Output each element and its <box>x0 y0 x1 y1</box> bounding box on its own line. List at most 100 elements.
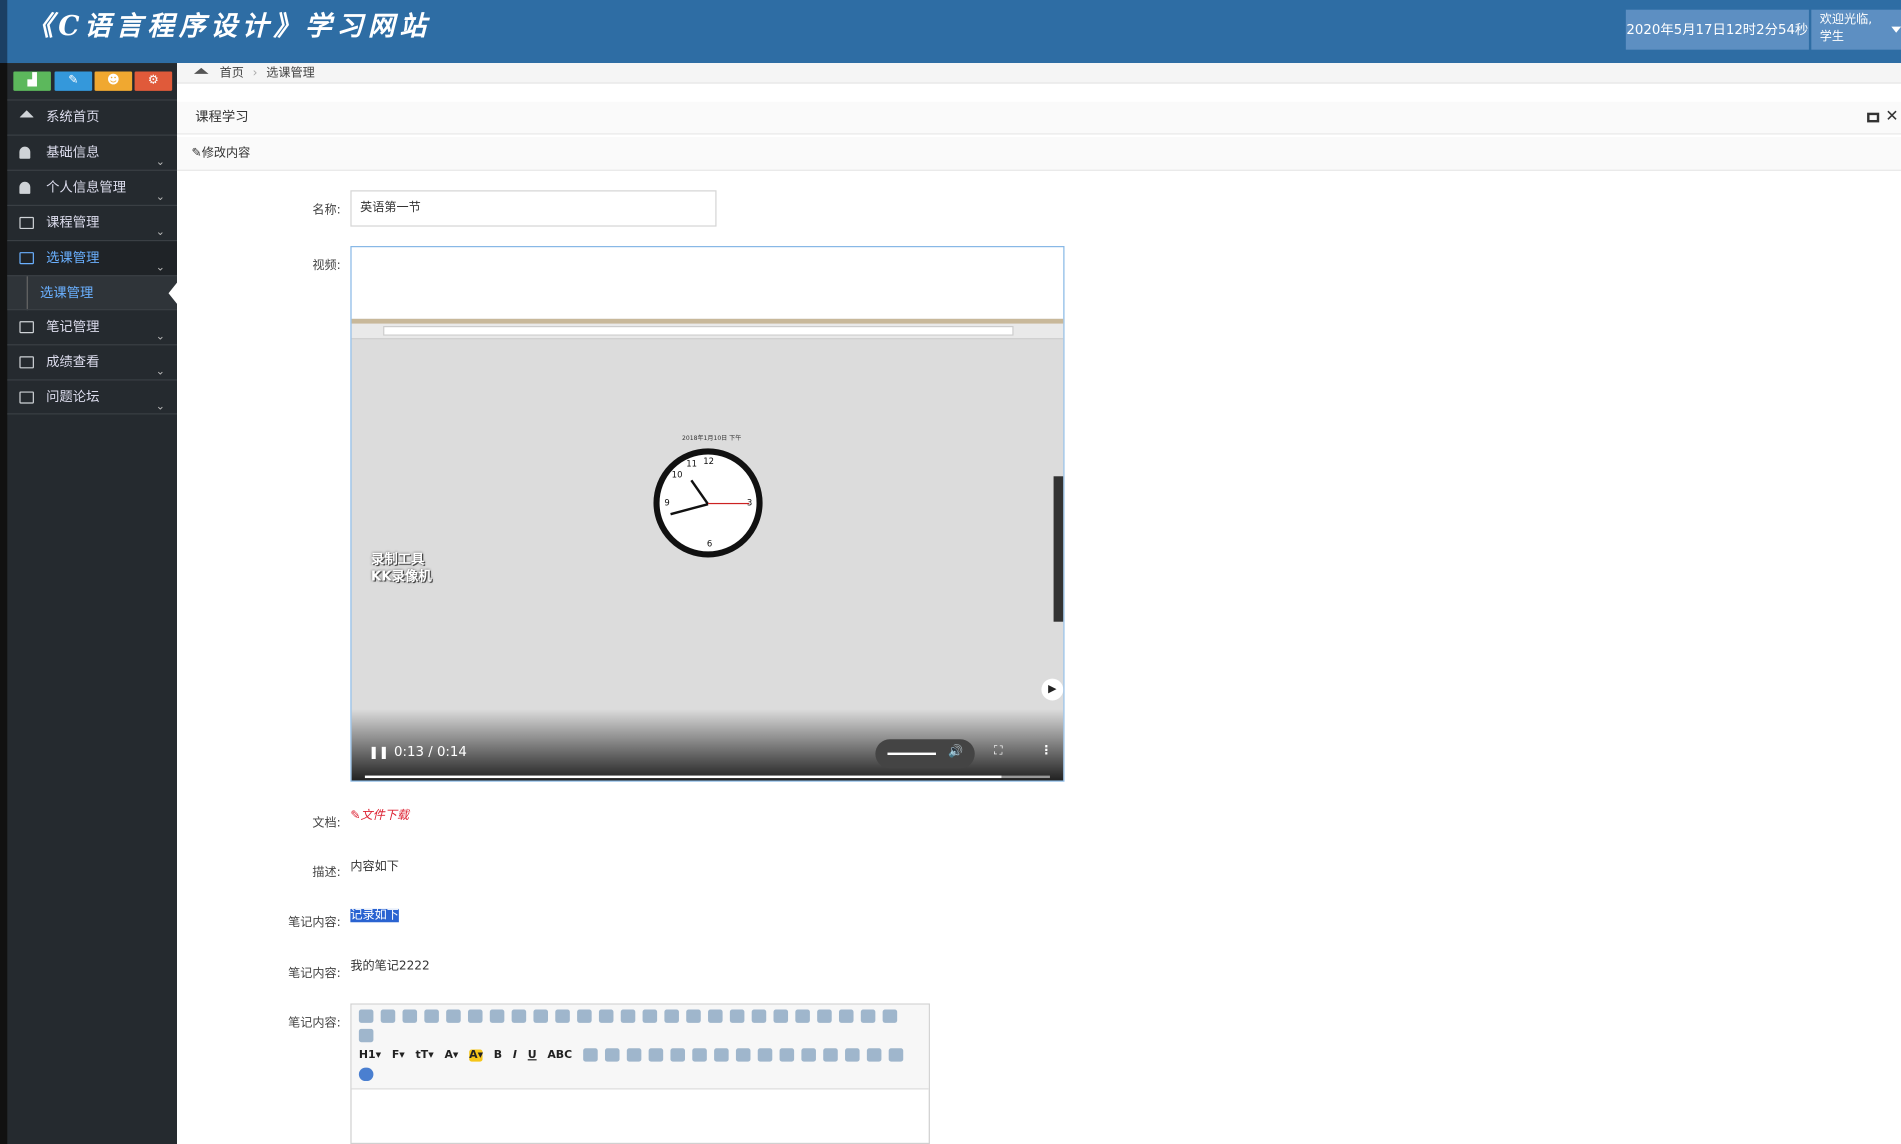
select-icon[interactable] <box>882 1009 898 1023</box>
undo-icon[interactable] <box>380 1009 396 1023</box>
toolbar-button[interactable] <box>424 1009 439 1023</box>
video-player[interactable]: 2018年1月10日 下午 12 3 6 9 10 11 录制工具 KK录像机 … <box>350 246 1065 782</box>
sidebar-item-label: 系统首页 <box>46 109 100 125</box>
toolbar-button[interactable] <box>822 1048 838 1062</box>
volume-control[interactable]: 🔊 <box>875 739 975 769</box>
desc-label: 描述: <box>312 866 341 880</box>
editor-toolbar: H1▾ F▾ tT▾ A▾ A▾ B I U ABC <box>351 1004 929 1090</box>
table-icon[interactable] <box>582 1048 598 1062</box>
picture-icon[interactable] <box>801 1048 816 1062</box>
unordered-list-icon[interactable] <box>729 1009 745 1023</box>
toolbar-button[interactable] <box>735 1048 751 1062</box>
align-right-icon[interactable] <box>664 1009 679 1023</box>
justify-icon[interactable] <box>686 1009 701 1023</box>
print-icon[interactable] <box>446 1009 461 1023</box>
emoji-icon[interactable] <box>779 1048 794 1062</box>
indent-icon[interactable] <box>751 1009 767 1023</box>
toolbar-button[interactable] <box>598 1009 614 1023</box>
italic-button[interactable]: I <box>513 1049 517 1061</box>
toolbar-button[interactable] <box>358 1009 374 1023</box>
highlight-color-button[interactable]: A▾ <box>469 1048 484 1062</box>
volume-icon[interactable]: 🔊 <box>948 745 963 758</box>
anchor-icon[interactable] <box>844 1048 860 1062</box>
pencil-icon[interactable]: ✎ <box>54 71 93 91</box>
help-icon[interactable] <box>358 1067 374 1082</box>
signal-icon[interactable]: ▟ <box>13 71 51 91</box>
sidebar-subitem-enrollment[interactable]: 选课管理 <box>7 275 179 311</box>
toolbar-button[interactable] <box>757 1048 773 1062</box>
link-icon[interactable] <box>866 1048 882 1062</box>
align-left-icon[interactable] <box>620 1009 636 1023</box>
copy-icon[interactable] <box>533 1009 549 1023</box>
clock-numeral: 12 <box>703 456 715 467</box>
file-download-text: 文件下载 <box>360 809 410 823</box>
clear-format-icon[interactable] <box>838 1009 854 1023</box>
toolbar-button[interactable] <box>489 1009 505 1023</box>
user-icon <box>19 181 31 194</box>
toolbar-button[interactable] <box>670 1048 685 1062</box>
font-family-button[interactable]: F▾ <box>392 1049 405 1061</box>
sidebar-item-home[interactable]: 系统首页 <box>7 99 178 134</box>
toolbar-button[interactable] <box>860 1009 876 1023</box>
cogs-icon[interactable]: ⚙ <box>134 71 173 91</box>
image-icon[interactable] <box>626 1048 642 1062</box>
superscript-icon[interactable] <box>817 1009 832 1023</box>
sidebar-item-course[interactable]: 课程管理 ⌄ <box>7 204 178 240</box>
video-time: 0:13 / 0:14 <box>394 744 467 760</box>
pause-icon[interactable]: ❚❚ <box>369 747 389 760</box>
underline-button[interactable]: U <box>528 1049 537 1061</box>
sidebar-item-basic-info[interactable]: 基础信息 ⌄ <box>7 134 178 170</box>
breadcrumb-home[interactable]: 首页 <box>220 67 244 80</box>
video-frame: 2018年1月10日 下午 12 3 6 9 10 11 录制工具 KK录像机 … <box>351 318 1064 781</box>
strikethrough-button[interactable]: ABC <box>547 1049 572 1061</box>
toolbar-row: H1▾ F▾ tT▾ A▾ A▾ B I U ABC <box>359 1048 910 1065</box>
play-icon[interactable]: ▶ <box>1041 678 1064 701</box>
progress-fill <box>364 775 1002 779</box>
unlink-icon[interactable] <box>888 1048 903 1062</box>
home-icon <box>193 67 209 74</box>
toolbar-button[interactable] <box>577 1009 592 1023</box>
toolbar-button[interactable] <box>467 1009 483 1023</box>
close-icon[interactable]: ✕ <box>1885 102 1898 134</box>
user-menu[interactable]: 欢迎光临, 学生 <box>1811 9 1901 50</box>
attachment-icon[interactable] <box>713 1048 729 1062</box>
users-icon[interactable]: ☻ <box>94 71 133 91</box>
video-progress-bar[interactable] <box>364 775 1050 779</box>
sidebar-item-notes[interactable]: 笔记管理 ⌄ <box>7 309 178 344</box>
redo-icon[interactable] <box>402 1009 418 1023</box>
clock-graphic: 2018年1月10日 下午 12 3 6 9 10 11 <box>653 435 763 558</box>
sidebar-item-grades[interactable]: 成绩查看 ⌄ <box>7 344 178 379</box>
user-icon <box>19 146 31 159</box>
edit-icon: ✎ <box>191 146 202 160</box>
section-title: 修改内容 <box>201 146 251 160</box>
paste-icon[interactable] <box>555 1009 570 1023</box>
clock-caption: 2018年1月10日 下午 <box>682 435 742 443</box>
font-size-button[interactable]: tT▾ <box>416 1049 434 1061</box>
toolbar-button[interactable] <box>648 1048 663 1062</box>
cut-icon[interactable] <box>511 1009 527 1023</box>
file-download-link[interactable]: ✎文件下载 <box>350 805 409 823</box>
align-center-icon[interactable] <box>642 1009 658 1023</box>
sidebar-item-forum[interactable]: 问题论坛 ⌄ <box>7 379 178 415</box>
eraser-icon[interactable] <box>604 1048 620 1062</box>
bold-button[interactable]: B <box>494 1049 502 1061</box>
more-options-icon[interactable]: ⋮ <box>1040 744 1052 757</box>
ordered-list-icon[interactable] <box>708 1009 723 1023</box>
name-field[interactable]: 英语第一节 <box>350 190 717 227</box>
chevron-down-icon: ⌄ <box>155 401 165 414</box>
heading-button[interactable]: H1▾ <box>359 1049 381 1061</box>
font-color-button[interactable]: A▾ <box>444 1049 458 1061</box>
sidebar-item-personal-info[interactable]: 个人信息管理 ⌄ <box>7 169 178 205</box>
maximize-icon[interactable] <box>1867 112 1880 123</box>
volume-slider[interactable] <box>887 752 936 756</box>
rich-text-editor[interactable]: H1▾ F▾ tT▾ A▾ A▾ B I U ABC <box>350 1003 930 1144</box>
note-value: 我的笔记2222 <box>350 959 430 974</box>
outdent-icon[interactable] <box>773 1009 789 1023</box>
note-value: 记录如下 <box>350 904 399 923</box>
fullscreen-icon[interactable]: ⛶ <box>994 744 1002 757</box>
doc-label: 文档: <box>312 816 341 831</box>
toolbar-button[interactable] <box>692 1048 707 1062</box>
fullscreen-icon[interactable] <box>358 1028 374 1043</box>
sidebar-item-enrollment[interactable]: 选课管理 ⌄ <box>7 239 178 276</box>
subscript-icon[interactable] <box>795 1009 810 1023</box>
